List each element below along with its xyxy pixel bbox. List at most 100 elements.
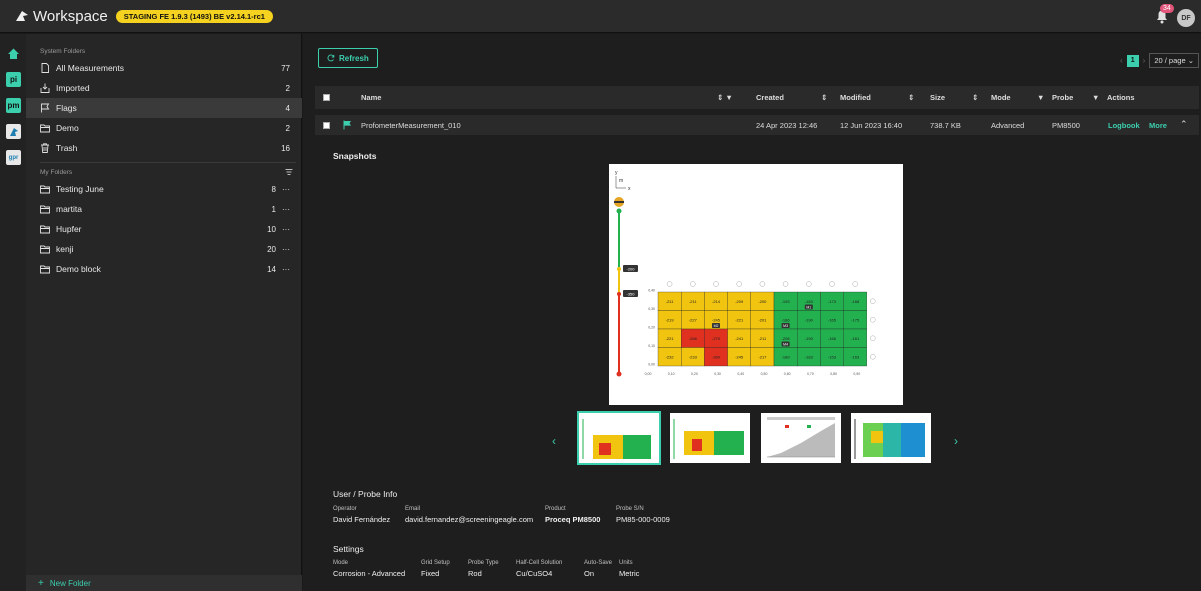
product-label: Product — [545, 506, 566, 512]
sort-icon[interactable] — [285, 168, 293, 176]
folder-all-measurements[interactable]: All Measurements 77 — [26, 58, 302, 78]
snapshot-thumbnail[interactable] — [670, 413, 750, 463]
row-marker-icon[interactable] — [870, 317, 876, 323]
more-dots-icon[interactable]: ··· — [282, 205, 290, 214]
column-marker-icon[interactable] — [759, 281, 766, 287]
more-dots-icon[interactable]: ··· — [282, 185, 290, 194]
table-row[interactable]: ProfometerMeasurement_010 24 Apr 2023 12… — [315, 115, 1199, 135]
x-tick-label: 0,40 — [737, 372, 744, 376]
snapshot-thumbnail[interactable] — [577, 411, 661, 465]
snapshot-thumbnail[interactable] — [851, 413, 931, 463]
scale-mark-label: -350 — [626, 291, 635, 296]
folder-martita[interactable]: martita 1 ··· — [26, 199, 302, 219]
settings-title: Settings — [333, 544, 364, 554]
grid-value-label: -266 — [689, 336, 698, 341]
folder-count: 2 — [285, 83, 290, 93]
folder-label: Trash — [56, 143, 78, 153]
row-checkbox[interactable] — [323, 122, 330, 129]
avatar[interactable]: DF — [1177, 9, 1195, 27]
grid-value-label: -166 — [828, 336, 837, 341]
header-name[interactable]: Name — [361, 93, 381, 102]
chevron-up-icon[interactable]: ⌃ — [1180, 119, 1188, 130]
page-number[interactable]: 1 — [1126, 54, 1139, 67]
refresh-button[interactable]: Refresh — [318, 48, 378, 68]
header-probe[interactable]: Probe — [1052, 93, 1073, 102]
header-size[interactable]: Size — [930, 93, 945, 102]
row-marker-icon[interactable] — [870, 298, 876, 304]
select-all-checkbox[interactable] — [323, 94, 330, 101]
more-dots-icon[interactable]: ··· — [282, 245, 290, 254]
sort-filter-icon[interactable]: ⇕ ▼ — [717, 93, 733, 102]
grid-value-label: -219 — [666, 317, 675, 322]
sort-icon[interactable]: ⇕ — [908, 93, 914, 102]
rail-pm-button[interactable]: pm — [6, 98, 21, 113]
row-marker-icon[interactable] — [870, 335, 876, 341]
column-marker-icon[interactable] — [736, 281, 742, 287]
thumbnail-chart-preview — [767, 417, 835, 458]
per-page-select[interactable]: 20 / page ⌄ — [1149, 53, 1200, 68]
rail-pi-button[interactable]: pi — [6, 72, 21, 87]
x-tick-label: 0,60 — [784, 372, 791, 376]
folder-testing-june[interactable]: Testing June 8 ··· — [26, 179, 302, 199]
snapshot-preview: y x m -200 -350 -211 -211 -214 -209 -200 -193… — [609, 164, 903, 405]
next-page-icon[interactable]: › — [1143, 56, 1146, 65]
rail-gpr-button[interactable]: gpr — [6, 150, 21, 165]
grid-value-label: -279 — [712, 336, 721, 341]
more-link[interactable]: More — [1149, 121, 1167, 130]
chevron-right-icon[interactable]: › — [954, 434, 958, 448]
notification-count: 34 — [1160, 4, 1174, 13]
y-tick-label: 0,20 — [648, 326, 655, 330]
row-marker-icon[interactable] — [870, 354, 876, 360]
snapshot-thumbnail[interactable] — [761, 413, 841, 463]
folder-kenji[interactable]: kenji 20 ··· — [26, 239, 302, 259]
folder-imported[interactable]: Imported 2 — [26, 78, 302, 98]
grid-value-label: -221 — [735, 317, 744, 322]
column-marker-icon[interactable] — [713, 281, 719, 287]
folder-hupfer[interactable]: Hupfer 10 ··· — [26, 219, 302, 239]
row-name[interactable]: ProfometerMeasurement_010 — [361, 121, 461, 130]
chevron-left-icon[interactable]: ‹ — [552, 434, 556, 448]
folder-demo-block[interactable]: Demo block 14 ··· — [26, 259, 302, 279]
column-marker-icon[interactable] — [782, 281, 789, 287]
new-folder-button[interactable]: + New Folder — [26, 575, 302, 591]
home-icon[interactable] — [6, 46, 21, 61]
grid-value-label: -217 — [758, 354, 767, 359]
row-modified: 12 Jun 2023 16:40 — [840, 121, 903, 130]
grid-value-label: -183 — [805, 354, 814, 359]
folder-icon — [40, 245, 50, 254]
grid-value-label: -211 — [666, 299, 674, 304]
header-created[interactable]: Created — [756, 93, 784, 102]
sort-icon[interactable]: ⇕ — [821, 93, 827, 102]
mode-value: Corrosion - Advanced — [333, 569, 406, 578]
refresh-label: Refresh — [339, 53, 369, 63]
header-mode[interactable]: Mode — [991, 93, 1011, 102]
folder-flags[interactable]: Flags 4 — [26, 98, 302, 118]
column-marker-icon[interactable] — [829, 281, 835, 287]
column-marker-icon[interactable] — [690, 281, 696, 287]
system-folders-label: System Folders — [40, 48, 86, 55]
folder-demo[interactable]: Demo 2 — [26, 118, 302, 138]
units-value: Metric — [619, 569, 640, 578]
sort-icon[interactable]: ⇕ — [972, 93, 978, 102]
more-dots-icon[interactable]: ··· — [282, 265, 290, 274]
flag-icon[interactable] — [343, 120, 352, 130]
filter-icon[interactable]: ▼ — [1092, 93, 1099, 102]
eagle-app-icon[interactable] — [6, 124, 21, 139]
status-dot-band — [614, 201, 624, 203]
corrosion-map: y x m -200 -350 -211 -211 -214 -209 -200 -193… — [614, 170, 876, 377]
folder-icon — [40, 265, 50, 274]
column-marker-icon[interactable] — [666, 281, 673, 287]
header-modified[interactable]: Modified — [840, 93, 871, 102]
column-marker-icon[interactable] — [806, 281, 812, 287]
probe-sn-label: Probe S/N — [616, 506, 644, 512]
email-label: Email — [405, 506, 421, 512]
more-dots-icon[interactable]: ··· — [282, 225, 290, 234]
column-marker-icon[interactable] — [852, 281, 858, 287]
prev-page-icon[interactable]: ‹ — [1120, 56, 1123, 65]
x-tick-label: 0,20 — [691, 372, 698, 376]
half-cell-solution-value: Cu/CuSO4 — [516, 569, 553, 578]
logbook-link[interactable]: Logbook — [1108, 121, 1140, 130]
filter-icon[interactable]: ▼ — [1037, 93, 1044, 102]
table-header: Name ⇕ ▼ Created ⇕ Modified ⇕ Size ⇕ Mod… — [315, 86, 1199, 109]
folder-trash[interactable]: Trash 16 — [26, 138, 302, 158]
